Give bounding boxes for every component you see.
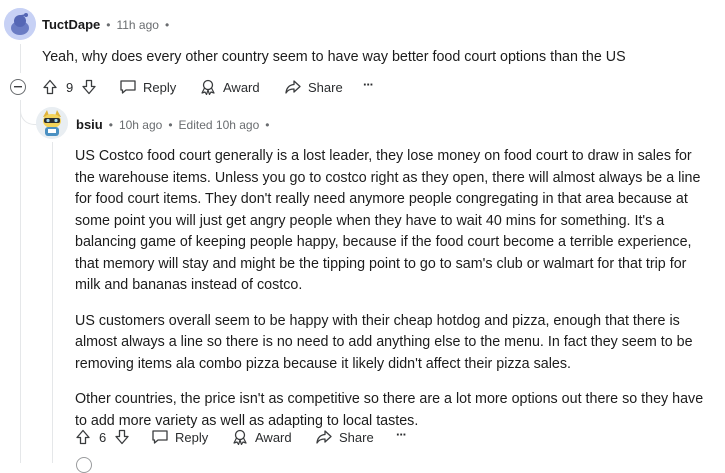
award-icon bbox=[201, 79, 215, 95]
vote-controls: 6 bbox=[75, 429, 130, 445]
award-label: Award bbox=[255, 429, 292, 445]
share-label: Share bbox=[308, 79, 343, 95]
snoo-avatar-icon bbox=[36, 107, 68, 139]
more-options-button[interactable]: ··· bbox=[363, 77, 374, 92]
avatar[interactable] bbox=[4, 8, 36, 40]
timestamp[interactable]: 10h ago bbox=[119, 118, 162, 132]
vote-count: 6 bbox=[99, 429, 107, 445]
vote-count: 9 bbox=[66, 79, 74, 95]
comment1-text: Yeah, why does every other country seem … bbox=[42, 49, 626, 65]
comment1-header: TuctDape • 11h ago • bbox=[42, 17, 169, 32]
more-icon: ··· bbox=[396, 427, 407, 442]
share-button[interactable]: Share bbox=[315, 429, 374, 445]
separator-dot: • bbox=[265, 117, 270, 132]
reply-icon bbox=[152, 430, 168, 444]
minus-icon bbox=[14, 86, 22, 88]
avatar[interactable] bbox=[36, 107, 68, 139]
timestamp[interactable]: 11h ago bbox=[116, 18, 159, 32]
username[interactable]: TuctDape bbox=[42, 17, 100, 32]
award-label: Award bbox=[223, 79, 260, 95]
comment-paragraph: Other countries, the price isn't as comp… bbox=[75, 391, 704, 429]
award-button[interactable]: Award bbox=[199, 79, 260, 95]
downvote-icon[interactable] bbox=[114, 429, 130, 445]
separator-dot: • bbox=[164, 17, 170, 32]
reply-icon bbox=[120, 80, 136, 94]
edited-label: Edited 10h ago bbox=[178, 117, 260, 132]
reply-label: Reply bbox=[143, 79, 177, 95]
separator-dot: • bbox=[168, 117, 173, 132]
username[interactable]: bsiu bbox=[76, 117, 103, 132]
comment-paragraph: US customers overall seem to be happy wi… bbox=[75, 312, 693, 372]
share-icon bbox=[316, 430, 332, 444]
collapse-button[interactable] bbox=[10, 79, 26, 95]
upvote-icon[interactable] bbox=[42, 79, 58, 95]
vote-controls: 9 bbox=[42, 79, 97, 95]
reply-button[interactable]: Reply bbox=[151, 429, 208, 445]
thread-line-main bbox=[20, 44, 21, 73]
share-icon bbox=[285, 80, 301, 94]
award-button[interactable]: Award bbox=[231, 429, 292, 445]
more-options-button[interactable]: ··· bbox=[396, 427, 407, 442]
snoo-avatar-icon bbox=[4, 8, 36, 40]
share-label: Share bbox=[339, 429, 374, 445]
award-icon bbox=[233, 429, 247, 445]
upvote-icon[interactable] bbox=[75, 429, 91, 445]
thread-line-main-lower bbox=[20, 100, 21, 463]
collapse-button[interactable] bbox=[76, 457, 92, 473]
comment-paragraph: US Costco food court generally is a lost… bbox=[75, 148, 701, 293]
separator-dot: • bbox=[106, 17, 111, 32]
thread-line-reply bbox=[52, 142, 53, 463]
more-icon: ··· bbox=[363, 77, 374, 92]
reply-label: Reply bbox=[175, 429, 209, 445]
downvote-icon[interactable] bbox=[81, 79, 97, 95]
comment2-text: US Costco food court generally is a lost… bbox=[75, 146, 715, 446]
separator-dot: • bbox=[108, 117, 113, 132]
reply-button[interactable]: Reply bbox=[119, 79, 176, 95]
comment2-header: bsiu • 10h ago • Edited 10h ago • bbox=[76, 117, 269, 132]
share-button[interactable]: Share bbox=[284, 79, 343, 95]
